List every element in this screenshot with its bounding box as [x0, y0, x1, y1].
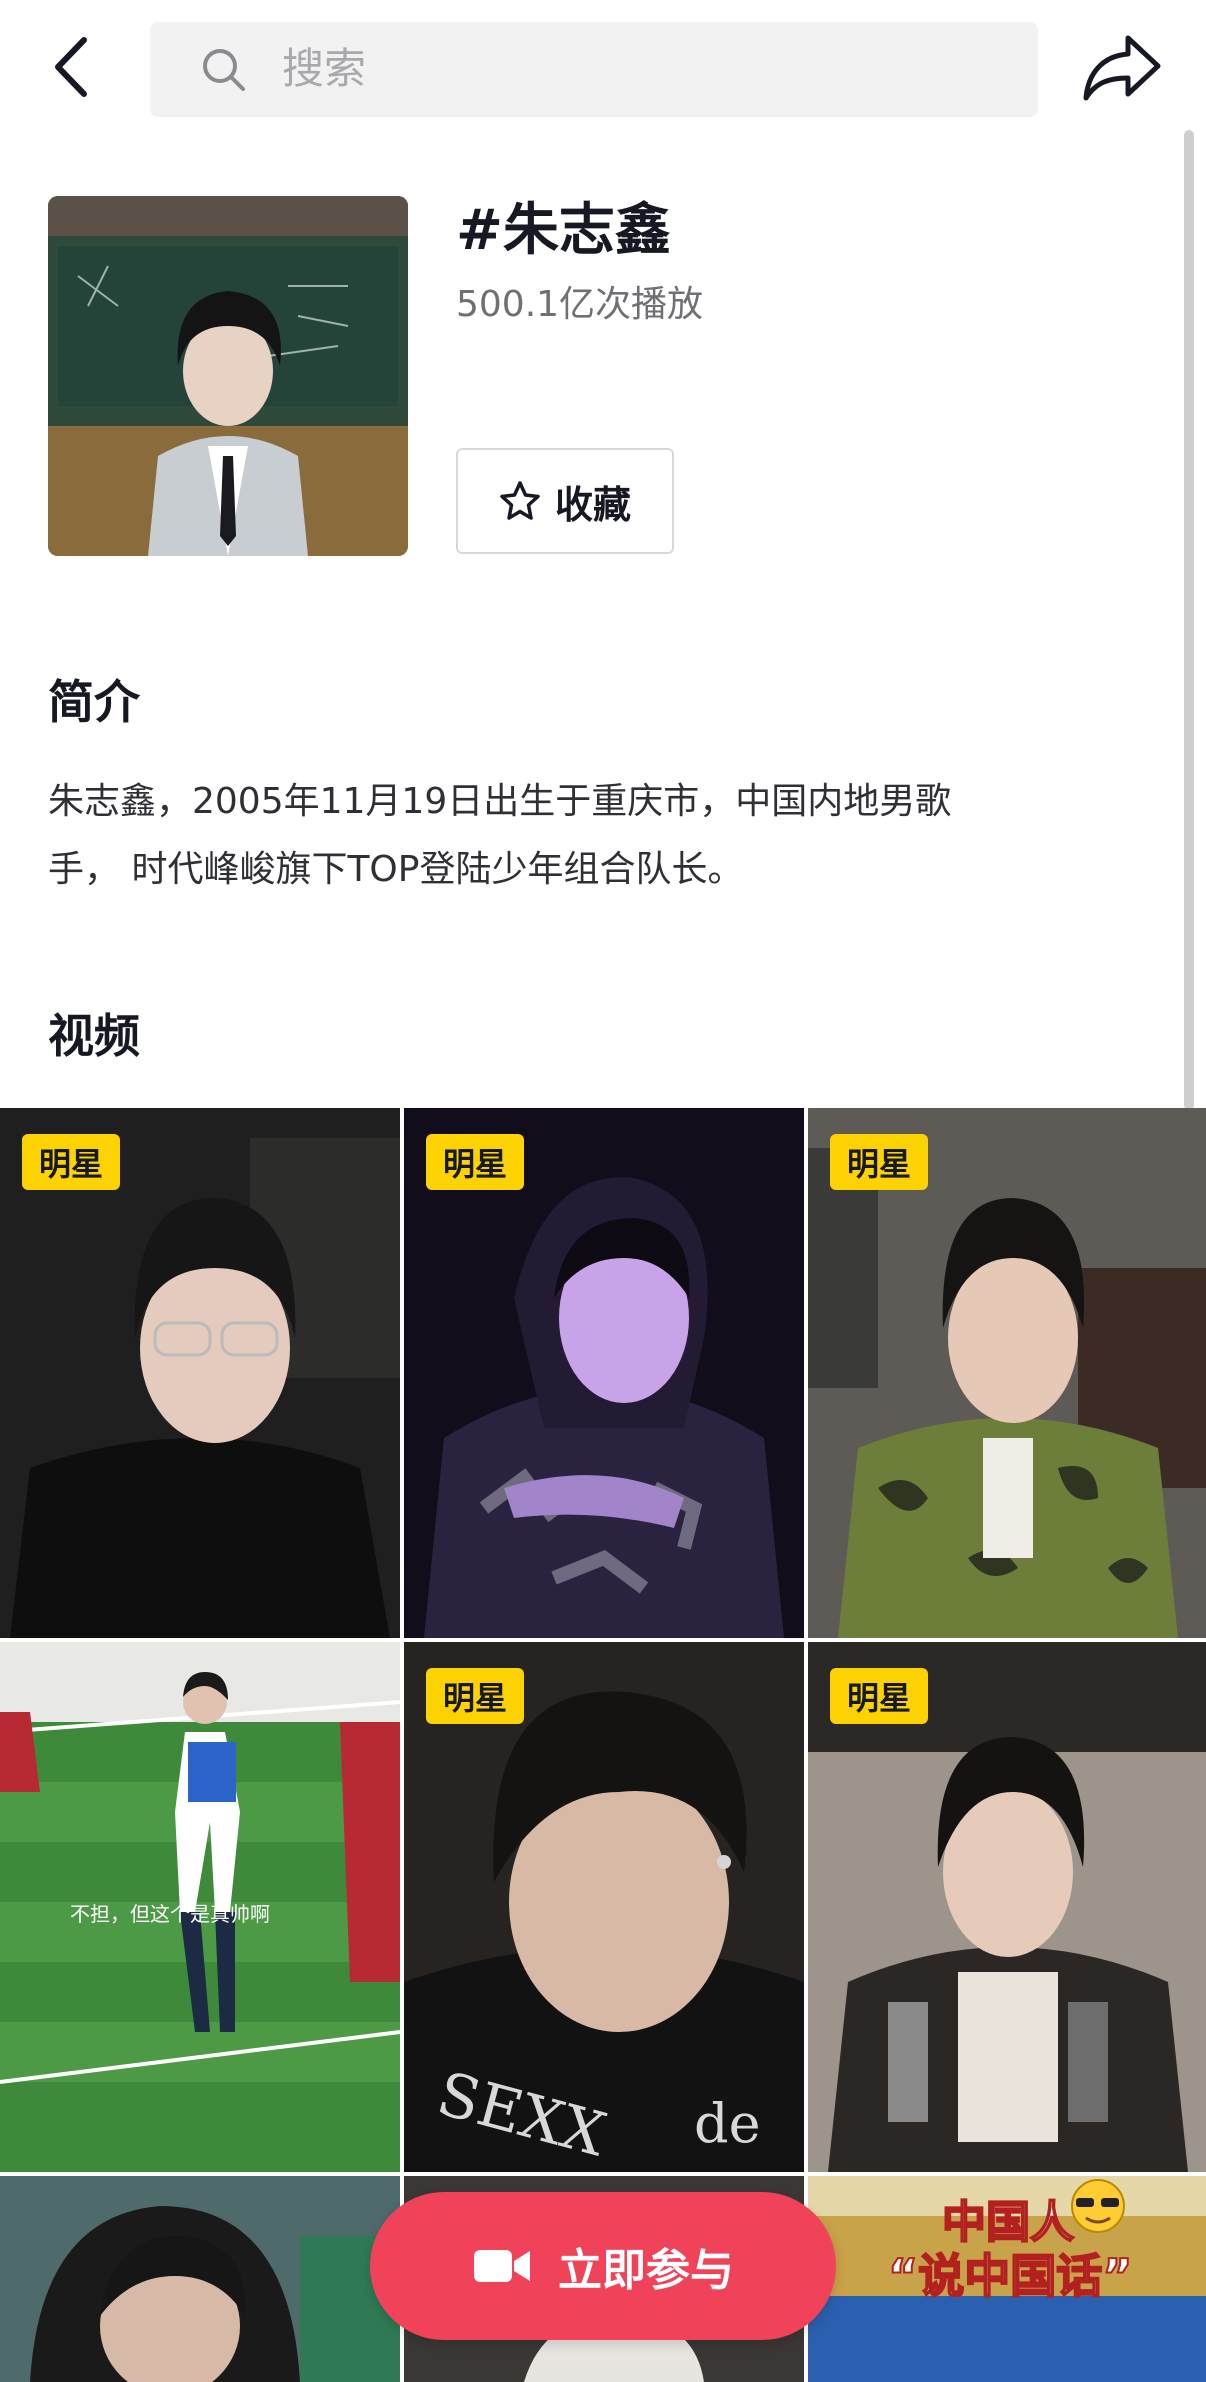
video-tile-7[interactable] — [0, 2176, 400, 2382]
video-tile-5[interactable]: SEXX de 明星 — [404, 1642, 804, 2172]
video-tile-6[interactable]: 明星 — [808, 1642, 1206, 2172]
topic-cover-image — [48, 196, 408, 556]
intro-line-2: 手， 时代峰峻旗下TOP登陆少年组合队长。 — [48, 849, 744, 890]
search-input[interactable]: 搜索 — [150, 22, 1038, 117]
videos-heading: 视频 — [48, 1009, 140, 1063]
intro-text: 朱志鑫，2005年11月19日出生于重庆市，中国内地男歌 手， 时代峰峻旗下TO… — [48, 768, 1128, 904]
scrollbar[interactable] — [1184, 130, 1194, 1110]
search-icon — [203, 49, 245, 91]
video-tile-1[interactable]: 明星 — [0, 1108, 400, 1638]
favorite-label: 收藏 — [554, 482, 631, 527]
intro-line-1: 朱志鑫，2005年11月19日出生于重庆市，中国内地男歌 — [48, 781, 952, 822]
intro-heading: 简介 — [48, 675, 140, 729]
star-icon — [500, 481, 540, 520]
star-badge: 明星 — [830, 1134, 928, 1190]
video-tile-9[interactable]: 中国人 “说中国话” — [808, 2176, 1206, 2382]
video-sticker-line-2: “说中国话” — [887, 2248, 1133, 2304]
share-button[interactable] — [1080, 30, 1164, 106]
star-badge: 明星 — [830, 1668, 928, 1724]
play-count: 500.1亿次播放 — [456, 284, 704, 325]
video-tile-2[interactable]: 明星 — [404, 1108, 804, 1638]
star-badge: 明星 — [426, 1668, 524, 1724]
join-now-button[interactable]: 立即参与 — [370, 2192, 836, 2340]
star-badge: 明星 — [22, 1134, 120, 1190]
video-caption: 不担，但这个是真帅啊 — [70, 1902, 270, 1926]
star-badge: 明星 — [426, 1134, 524, 1190]
video-camera-icon — [474, 2250, 530, 2282]
back-button[interactable] — [40, 32, 110, 102]
favorite-button[interactable]: 收藏 — [456, 448, 674, 554]
video-tile-3[interactable]: 明星 — [808, 1108, 1206, 1638]
join-now-label: 立即参与 — [558, 2245, 734, 2296]
video-tile-4[interactable]: 不担，但这个是真帅啊 — [0, 1642, 400, 2172]
svg-text:de: de — [694, 2092, 761, 2155]
topic-title: #朱志鑫 — [456, 198, 671, 263]
chevron-left-icon — [55, 37, 87, 97]
search-placeholder: 搜索 — [282, 44, 367, 93]
share-icon — [1083, 35, 1161, 101]
